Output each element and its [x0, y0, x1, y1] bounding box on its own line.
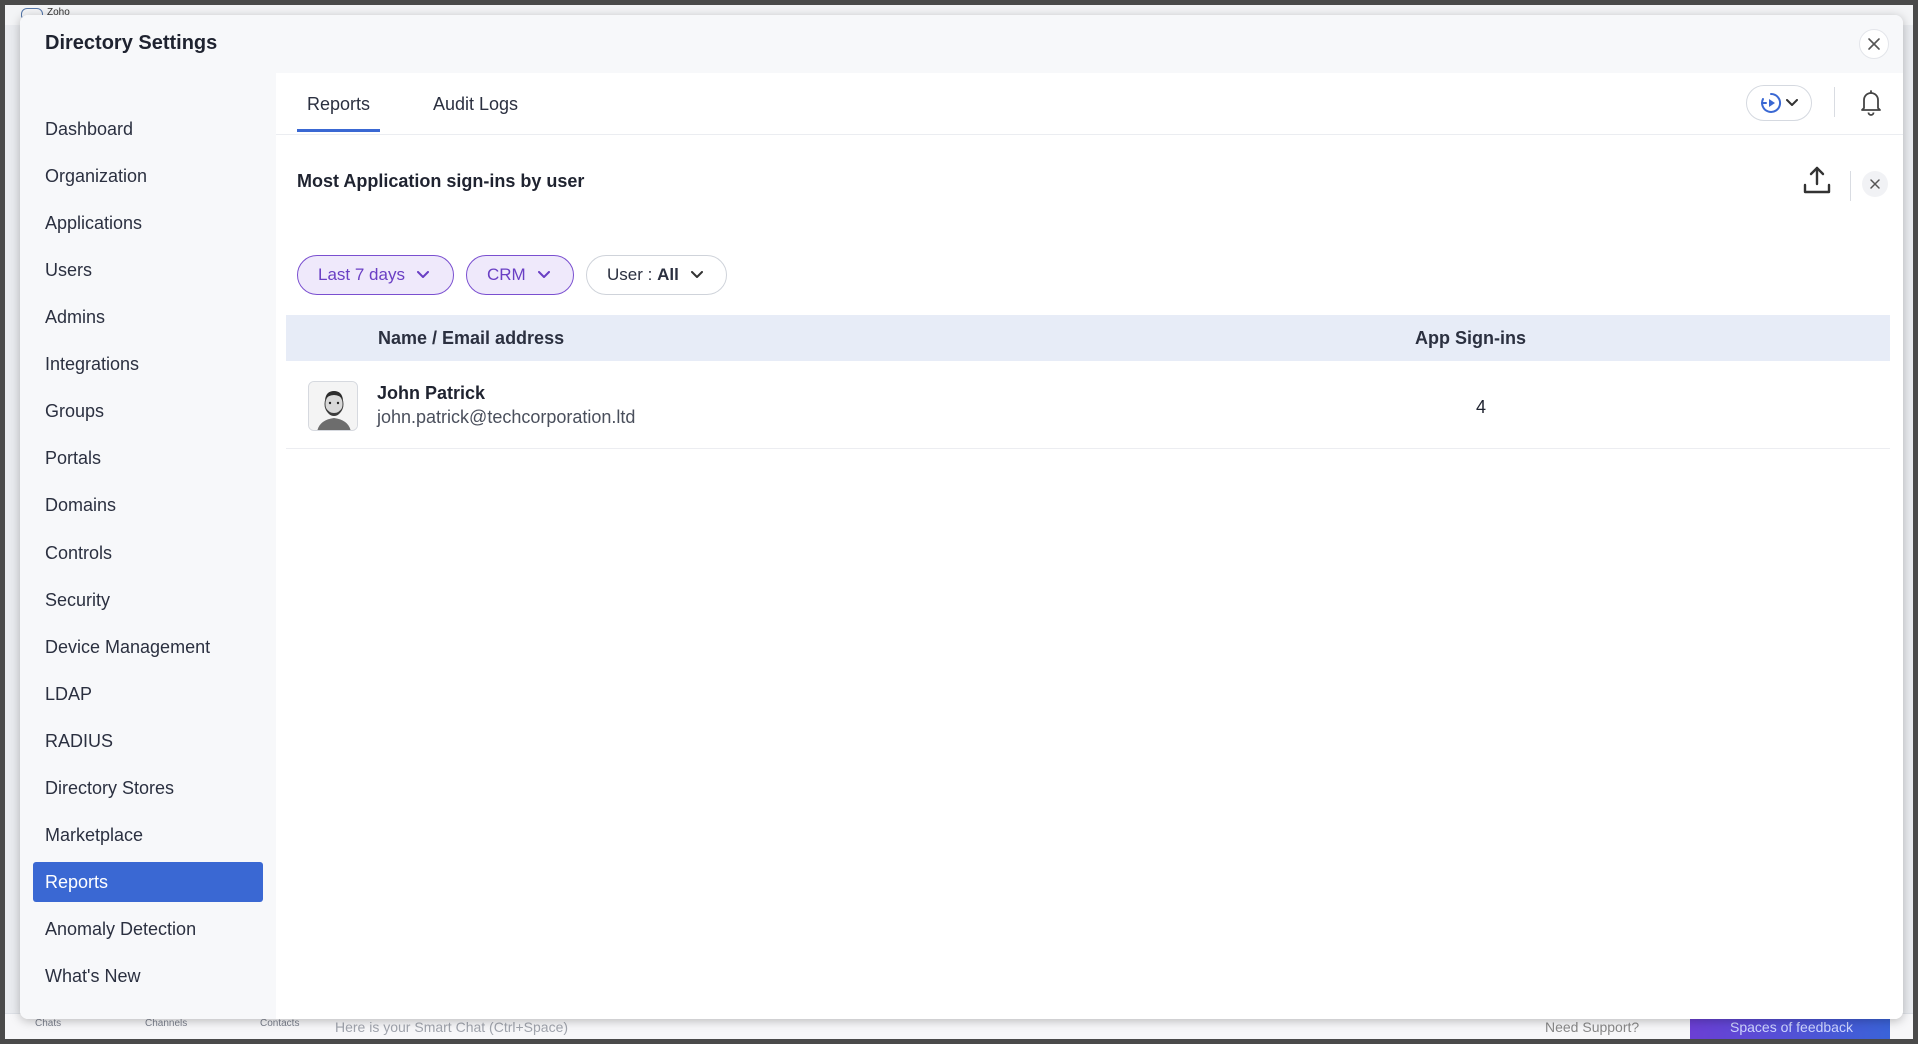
sidebar-item-device-management[interactable]: Device Management [33, 627, 263, 667]
app-filter-label: CRM [487, 265, 526, 284]
tabs-bar: Reports Audit Logs [276, 73, 1903, 135]
report-title: Most Application sign-ins by user [297, 171, 585, 191]
close-icon [1868, 38, 1880, 50]
nav-chats[interactable]: Chats [35, 1018, 61, 1029]
need-support-link[interactable]: Need Support? [1545, 1019, 1639, 1035]
sidebar-item-marketplace[interactable]: Marketplace [33, 815, 263, 855]
directory-settings-modal: Directory Settings Dashboard Organizatio… [20, 15, 1903, 1019]
app-signins-count: 4 [1476, 397, 1487, 417]
period-filter-label: Last 7 days [318, 265, 405, 284]
header-divider [1834, 87, 1835, 117]
user-name: John Patrick [377, 383, 486, 403]
avatar [308, 381, 358, 431]
smart-chat-input[interactable]: Here is your Smart Chat (Ctrl+Space) [335, 1019, 568, 1035]
nav-channels[interactable]: Channels [145, 1018, 187, 1029]
sidebar-item-domains[interactable]: Domains [33, 485, 263, 525]
chevron-down-icon [416, 271, 429, 278]
sidebar-item-directory-stores[interactable]: Directory Stores [33, 768, 263, 808]
sidebar-item-controls[interactable]: Controls [33, 533, 263, 573]
app-filter[interactable]: CRM [466, 255, 574, 295]
export-icon [1803, 166, 1831, 194]
sidebar-item-users[interactable]: Users [33, 250, 263, 290]
play-circle-icon [1761, 92, 1782, 113]
sidebar-item-whats-new[interactable]: What's New [33, 956, 263, 996]
tab-audit-logs[interactable]: Audit Logs [433, 94, 518, 129]
nav-contacts[interactable]: Contacts [260, 1018, 299, 1029]
report-close-button[interactable] [1862, 171, 1888, 197]
user-photo-icon [309, 382, 357, 430]
sidebar-item-reports[interactable]: Reports [33, 862, 263, 902]
sidebar-item-dashboard[interactable]: Dashboard [33, 109, 263, 149]
column-header-signins[interactable]: App Sign-ins [1415, 328, 1526, 349]
user-filter-label: User : All [607, 265, 679, 285]
tab-reports[interactable]: Reports [297, 94, 381, 132]
sidebar-item-admins[interactable]: Admins [33, 297, 263, 337]
user-filter[interactable]: User : All [586, 255, 727, 295]
close-icon [1870, 179, 1880, 189]
sidebar-item-ldap[interactable]: LDAP [33, 674, 263, 714]
chevron-down-icon [1786, 99, 1798, 106]
sidebar: Dashboard Organization Applications User… [20, 73, 276, 1019]
sidebar-item-integrations[interactable]: Integrations [33, 344, 263, 384]
column-header-name[interactable]: Name / Email address [378, 328, 564, 349]
chevron-down-icon [537, 271, 550, 278]
sidebar-item-anomaly-detection[interactable]: Anomaly Detection [33, 909, 263, 949]
user-filter-prefix: User : [607, 265, 658, 284]
sidebar-item-groups[interactable]: Groups [33, 391, 263, 431]
app-switcher-button[interactable] [1746, 85, 1812, 121]
sidebar-item-security[interactable]: Security [33, 580, 263, 620]
modal-close-button[interactable] [1859, 29, 1889, 59]
sidebar-item-radius[interactable]: RADIUS [33, 721, 263, 761]
table-row[interactable]: John Patrick john.patrick@techcorporatio… [286, 361, 1890, 449]
modal-title: Directory Settings [45, 32, 218, 54]
report-actions-divider [1850, 171, 1851, 201]
bell-icon [1861, 90, 1881, 116]
sidebar-item-applications[interactable]: Applications [33, 203, 263, 243]
sidebar-item-organization[interactable]: Organization [33, 156, 263, 196]
table-header: Name / Email address App Sign-ins [286, 315, 1890, 361]
period-filter[interactable]: Last 7 days [297, 255, 454, 295]
modal-header: Directory Settings [20, 15, 1903, 73]
main-content: Reports Audit Logs Most Application sign… [276, 73, 1903, 1019]
user-email: john.patrick@techcorporation.ltd [377, 407, 636, 427]
export-button[interactable] [1800, 163, 1834, 197]
chevron-down-icon [690, 271, 703, 278]
sidebar-item-portals[interactable]: Portals [33, 438, 263, 478]
user-filter-value: All [657, 265, 679, 284]
notifications-button[interactable] [1856, 87, 1886, 117]
